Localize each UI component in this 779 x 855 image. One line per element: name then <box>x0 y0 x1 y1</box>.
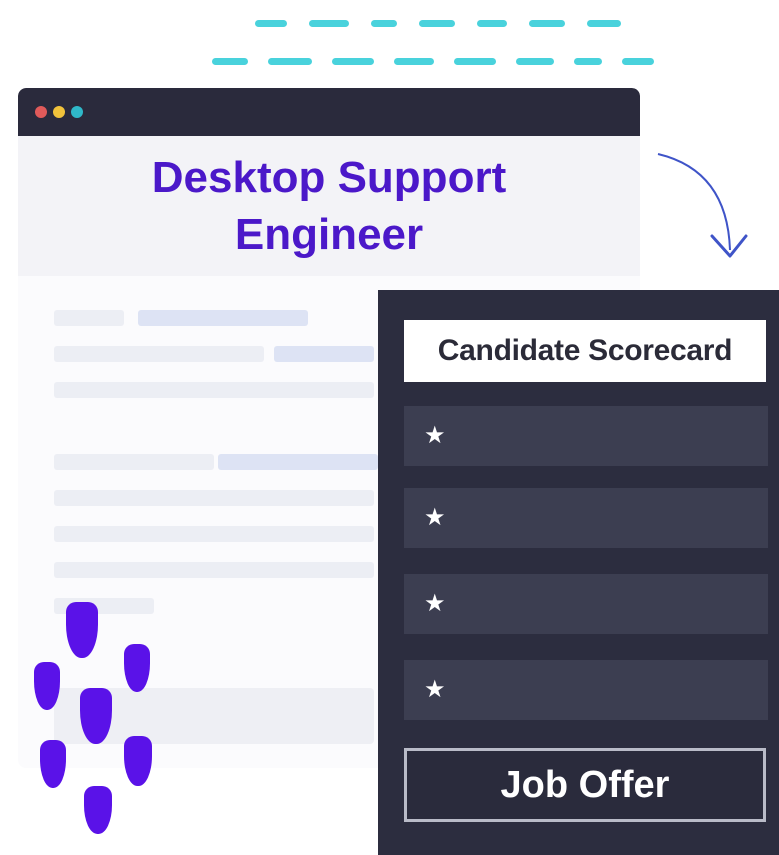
placeholder-line <box>54 346 264 362</box>
placeholder-line <box>54 454 214 470</box>
scorecard-panel: Candidate Scorecard ★ ★ ★ ★ Job Offer <box>378 290 779 855</box>
scorecard-title: Candidate Scorecard <box>404 320 766 382</box>
scorecard-criterion[interactable]: ★ <box>404 574 768 634</box>
dash <box>516 58 554 65</box>
star-icon: ★ <box>424 504 446 531</box>
maximize-dot-icon <box>71 106 83 118</box>
minimize-dot-icon <box>53 106 65 118</box>
placeholder-line <box>218 454 378 470</box>
dash <box>332 58 374 65</box>
placeholder-line <box>54 382 374 398</box>
shield-icon <box>84 786 112 834</box>
scorecard-criterion[interactable]: ★ <box>404 488 768 548</box>
dash <box>477 20 507 27</box>
dash <box>212 58 248 65</box>
close-dot-icon <box>35 106 47 118</box>
dash-row-top <box>255 20 621 27</box>
placeholder-line <box>54 562 374 578</box>
job-header: Desktop Support Engineer <box>18 136 640 276</box>
curved-arrow-icon <box>657 153 748 258</box>
dash <box>454 58 496 65</box>
dash <box>529 20 565 27</box>
dash <box>371 20 397 27</box>
dash <box>587 20 621 27</box>
scorecard-criterion[interactable]: ★ <box>404 660 768 720</box>
dash <box>622 58 654 65</box>
shield-icon <box>40 740 66 788</box>
dash <box>255 20 287 27</box>
placeholder-line <box>138 310 308 326</box>
dash <box>309 20 349 27</box>
dash <box>419 20 455 27</box>
placeholder-line <box>54 310 124 326</box>
dash <box>394 58 434 65</box>
dash-row-bottom <box>212 58 654 65</box>
job-offer-button[interactable]: Job Offer <box>404 748 766 822</box>
placeholder-line <box>274 346 374 362</box>
star-icon: ★ <box>424 422 446 449</box>
window-titlebar <box>18 88 640 136</box>
scorecard-criterion[interactable]: ★ <box>404 406 768 466</box>
dash <box>268 58 312 65</box>
job-title: Desktop Support Engineer <box>151 152 507 259</box>
shield-icon <box>124 736 152 786</box>
star-icon: ★ <box>424 676 446 703</box>
star-icon: ★ <box>424 590 446 617</box>
placeholder-line <box>54 490 374 506</box>
placeholder-line <box>54 526 374 542</box>
dash <box>574 58 602 65</box>
